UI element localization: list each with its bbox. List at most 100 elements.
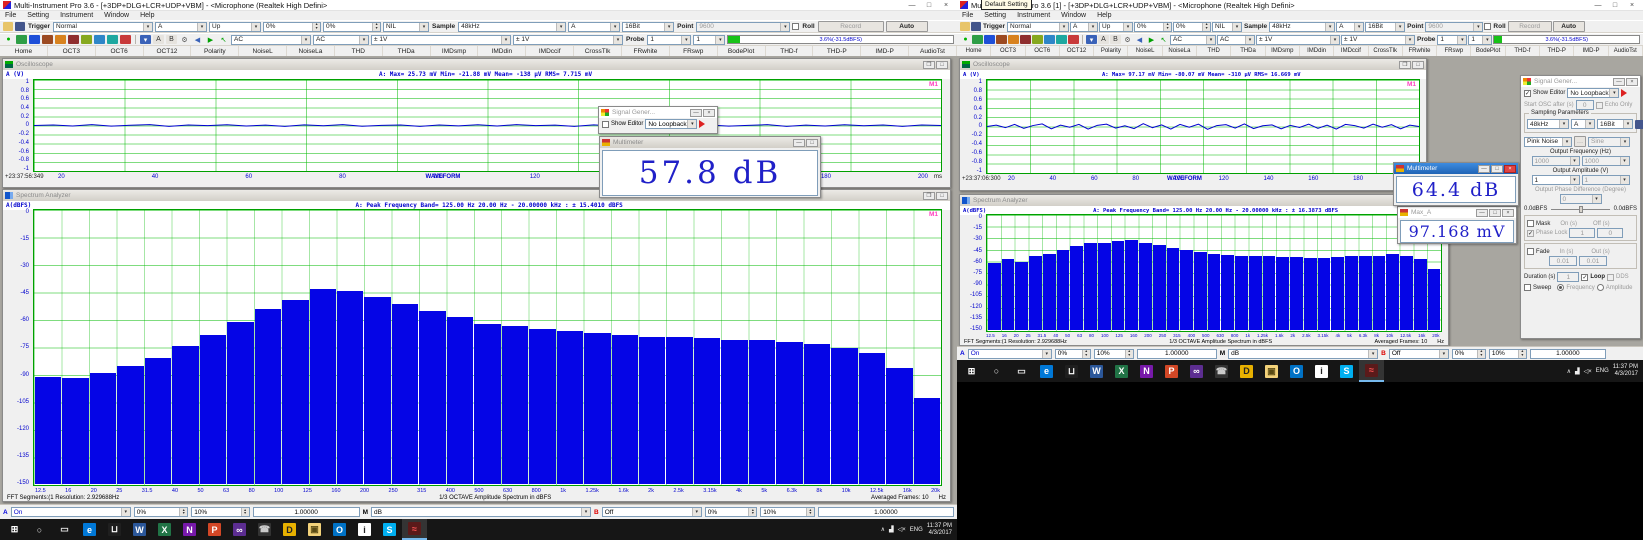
trigger-edge-select[interactable]: Up (209, 22, 261, 32)
taskbar-clock[interactable]: 11:37 PM 4/3/2017 (1613, 364, 1638, 378)
panel-tab[interactable]: BodePlot (718, 46, 766, 56)
marker-m1[interactable]: M1 (929, 81, 938, 88)
panel-tab[interactable]: FRwhite (622, 46, 670, 56)
loopback-select[interactable]: No Loopback (645, 119, 697, 129)
channel-b-scale-field[interactable]: 1.00000 (818, 507, 954, 517)
sound-output-icon[interactable]: ◀ (1134, 35, 1145, 44)
panel-tab[interactable]: OCT12 (1060, 46, 1094, 56)
menu-item[interactable]: Instrument (1017, 12, 1050, 19)
probe-a-select[interactable]: 1 (647, 35, 691, 45)
maximize-button[interactable]: □ (1491, 165, 1503, 173)
close-button[interactable]: × (703, 109, 715, 117)
panel-tab[interactable]: IMDsmp (1266, 46, 1300, 56)
panel-tab[interactable]: NoiseLa (287, 46, 335, 56)
excel-icon[interactable]: X (1109, 360, 1134, 382)
speaker-icon[interactable] (1584, 368, 1592, 375)
word-icon[interactable]: W (127, 519, 152, 540)
trigger-delay-spinner[interactable]: 0% (323, 22, 381, 32)
channel-b-offset-spinner[interactable]: 10% (760, 507, 815, 517)
auto-button[interactable]: Auto (1553, 21, 1585, 32)
outlook-icon[interactable]: O (327, 519, 352, 540)
generator-rate-select[interactable]: 48kHz (1527, 119, 1569, 129)
network-icon[interactable] (1575, 368, 1580, 375)
menu-item[interactable]: Help (1097, 12, 1111, 19)
restore-button[interactable]: ❐ (1399, 61, 1411, 69)
calibration-icon[interactable]: ▾ (140, 35, 151, 44)
panel-tab[interactable]: CrossTlk (1369, 46, 1403, 56)
minimize-button[interactable]: — (1476, 209, 1488, 217)
panel-tab[interactable]: IMDccif (1334, 46, 1368, 56)
panel-tab[interactable]: AudioTst (909, 46, 957, 56)
oscilloscope-icon[interactable] (16, 35, 27, 44)
sample-rate-select[interactable]: 48kHz (458, 22, 566, 32)
channel-b-state-select[interactable]: Off (1389, 349, 1449, 359)
spinner-buttons-icon[interactable] (1477, 350, 1485, 358)
task-view-icon[interactable]: ▭ (1009, 360, 1034, 382)
menu-item[interactable]: File (962, 12, 973, 19)
panel-tab[interactable]: OCT6 (1026, 46, 1060, 56)
roll-checkbox[interactable] (792, 23, 799, 30)
title-bar[interactable]: Multi-Instrument Pro 3.6 - [+3DP+DLG+LCR… (0, 0, 957, 11)
save-signal-icon[interactable] (1635, 120, 1643, 129)
spinner-buttons-icon[interactable] (1082, 350, 1090, 358)
store-icon[interactable]: ⊔ (1059, 360, 1084, 382)
onenote-icon[interactable]: N (1134, 360, 1159, 382)
spectrogram-icon[interactable] (107, 35, 118, 44)
device-test-plan-icon[interactable] (1044, 35, 1055, 44)
data-logger-icon[interactable] (68, 35, 79, 44)
panel-tab[interactable]: IMD-P (861, 46, 909, 56)
sample-rate-select[interactable]: 48kHz (1269, 22, 1335, 32)
sound-output-icon[interactable]: ◀ (192, 35, 203, 44)
spinner-buttons-icon[interactable] (1125, 350, 1133, 358)
input-b-icon[interactable]: B (166, 35, 177, 44)
minimize-button[interactable]: — (1478, 165, 1490, 173)
panel-tab[interactable]: BodePlot (1471, 46, 1505, 56)
skype-icon[interactable]: S (1334, 360, 1359, 382)
run-indicator-icon[interactable]: ● (960, 35, 971, 44)
minimize-button[interactable]: — (793, 139, 805, 147)
panel-tab[interactable]: THDa (383, 46, 431, 56)
edge-icon[interactable]: e (1034, 360, 1059, 382)
panel-tab[interactable]: OCT3 (991, 46, 1025, 56)
maximize-button[interactable]: □ (936, 192, 948, 200)
slider-thumb[interactable] (1579, 206, 1583, 213)
phone-icon[interactable]: ☎ (252, 519, 277, 540)
input-a-icon[interactable]: A (1098, 35, 1109, 44)
channel-b-gain-spinner[interactable]: 0% (705, 507, 758, 517)
channel-a-offset-spinner[interactable]: 10% (1094, 349, 1134, 359)
network-icon[interactable] (889, 526, 894, 533)
trigger-delay-spinner[interactable]: 0% (1173, 22, 1211, 32)
panel-tab[interactable]: THD-f (1506, 46, 1540, 56)
spinner-buttons-icon[interactable] (1202, 23, 1210, 31)
excel-icon[interactable]: X (152, 519, 177, 540)
info-icon[interactable]: i (352, 519, 377, 540)
multi-instrument-icon[interactable]: ≈ (402, 519, 427, 540)
ddp-viewer-icon[interactable] (81, 35, 92, 44)
search-icon[interactable]: ○ (984, 360, 1009, 382)
panel-tab[interactable]: THD (335, 46, 383, 56)
start-icon[interactable]: ⊞ (2, 519, 27, 540)
oscilloscope-title-bar[interactable]: Oscilloscope ❐ □ (3, 59, 950, 70)
unit-select[interactable]: dB (371, 507, 591, 517)
marker-m1[interactable]: M1 (1407, 81, 1416, 88)
channel-a-gain-spinner[interactable]: 0% (1055, 349, 1091, 359)
multimeter-icon[interactable] (42, 35, 53, 44)
minimize-button[interactable]: — (690, 109, 702, 117)
coupling-b-select[interactable]: AC (313, 35, 369, 45)
calibration-icon[interactable]: ▾ (1086, 35, 1097, 44)
mask-checkbox[interactable] (1527, 220, 1534, 227)
maximize-button[interactable]: □ (1412, 61, 1424, 69)
file-explorer-icon[interactable]: ▣ (1259, 360, 1284, 382)
range-b-select[interactable]: ± 1V (1341, 35, 1415, 45)
edge-icon[interactable]: e (77, 519, 102, 540)
spectrum-analyzer-icon[interactable] (984, 35, 995, 44)
trigger-source-select[interactable]: A (1070, 22, 1098, 32)
trigger-hpf-select[interactable]: NIL (1212, 22, 1242, 32)
channel-a-gain-spinner[interactable]: 0% (134, 507, 189, 517)
store-icon[interactable]: ⊔ (102, 519, 127, 540)
marker-m1[interactable]: M1 (929, 211, 938, 218)
device-test-plan-icon[interactable] (94, 35, 105, 44)
powerpoint-icon[interactable]: P (202, 519, 227, 540)
spectrum-plot[interactable]: M1 (33, 209, 942, 486)
oscilloscope-icon[interactable] (972, 35, 983, 44)
